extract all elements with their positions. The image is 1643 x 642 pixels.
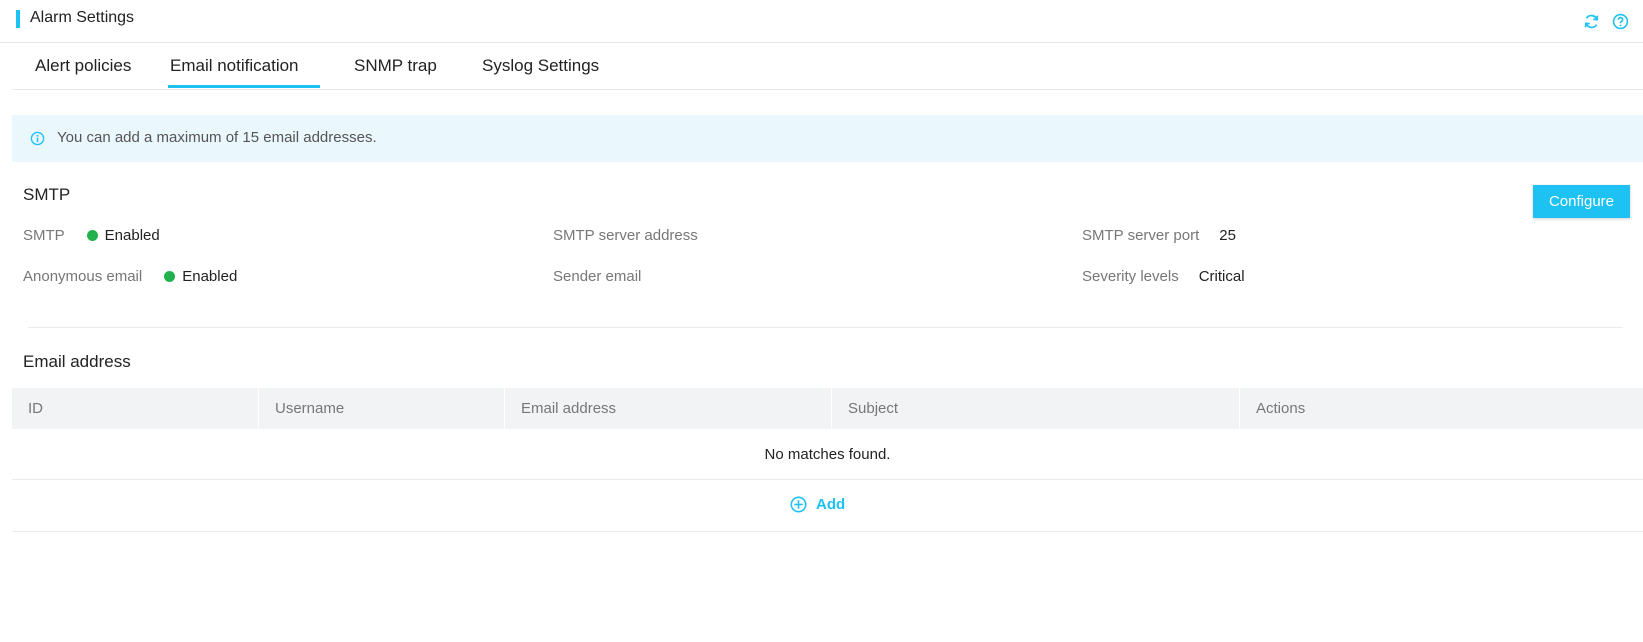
smtp-status-field: SMTP Enabled — [23, 227, 160, 244]
enabled-status-dot — [86, 230, 98, 241]
server-address-label: SMTP server address — [553, 227, 698, 244]
anonymous-email-label: Anonymous email — [23, 268, 143, 285]
email-address-section-title: Email address — [23, 352, 131, 371]
severity-levels-label: Severity levels — [1082, 268, 1179, 285]
help-icon[interactable] — [1612, 13, 1629, 30]
column-header-actions: Actions — [1256, 400, 1306, 417]
tab-syslog-settings[interactable]: Syslog Settings — [482, 56, 599, 76]
add-circle-icon — [790, 496, 807, 513]
sender-email-label: Sender email — [553, 268, 642, 285]
tab-snmp-trap[interactable]: SNMP trap — [354, 56, 437, 76]
section-divider — [28, 327, 1623, 328]
column-header-subject: Subject — [832, 388, 1240, 429]
empty-table-message: No matches found. — [12, 429, 1643, 480]
tab-email-notification[interactable]: Email notification — [170, 56, 299, 76]
configure-button[interactable]: Configure — [1533, 185, 1630, 218]
column-header-email-address: Email address — [505, 388, 832, 429]
server-port-value: 25 — [1219, 227, 1236, 244]
server-port-field: SMTP server port 25 — [1082, 227, 1236, 244]
severity-levels-field: Severity levels Critical — [1082, 268, 1245, 285]
enabled-status-dot — [164, 271, 176, 282]
column-header-id: ID — [12, 388, 259, 429]
tab-bar: Alert policies Email notification SNMP t… — [12, 44, 1643, 90]
page-header: Alarm Settings — [0, 0, 1643, 43]
sender-email-field: Sender email — [553, 268, 659, 285]
info-notice: You can add a maximum of 15 email addres… — [12, 115, 1643, 162]
add-email-button[interactable]: Add — [790, 496, 845, 513]
server-address-field: SMTP server address — [553, 227, 716, 244]
anonymous-email-field: Anonymous email Enabled — [23, 268, 237, 285]
column-header-username: Username — [259, 388, 505, 429]
tab-alert-policies[interactable]: Alert policies — [35, 56, 131, 76]
info-icon — [30, 131, 45, 146]
smtp-status-value: Enabled — [104, 227, 160, 244]
table-header: ID Username Email address Subject Action… — [12, 388, 1643, 429]
active-tab-indicator — [168, 85, 320, 88]
refresh-icon[interactable] — [1583, 13, 1600, 30]
page-title: Alarm Settings — [30, 9, 135, 26]
smtp-section-title: SMTP — [23, 185, 71, 204]
title-accent-bar — [16, 10, 20, 28]
anonymous-email-value: Enabled — [182, 268, 238, 285]
add-label: Add — [816, 496, 846, 513]
severity-levels-value: Critical — [1198, 268, 1245, 285]
server-port-label: SMTP server port — [1082, 227, 1200, 244]
notice-text: You can add a maximum of 15 email addres… — [57, 129, 377, 146]
add-row: Add — [12, 480, 1643, 532]
smtp-status-label: SMTP — [23, 227, 65, 244]
